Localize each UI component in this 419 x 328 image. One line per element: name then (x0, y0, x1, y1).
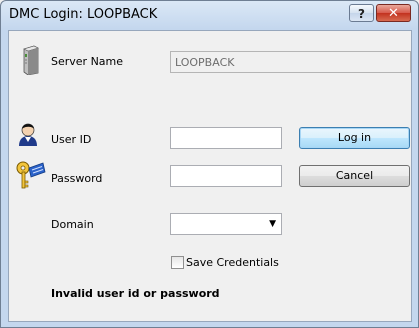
dialog-body: Server Name LOOPBACK User ID Log in Pass… (8, 30, 412, 322)
password-input[interactable] (170, 165, 282, 187)
save-credentials-label[interactable]: Save Credentials (186, 256, 279, 269)
close-button[interactable]: ✕ (376, 4, 411, 22)
user-id-input[interactable] (170, 127, 282, 149)
error-message: Invalid user id or password (51, 287, 220, 300)
server-icon (23, 45, 39, 75)
server-name-label: Server Name (51, 55, 124, 68)
server-name-field: LOOPBACK (170, 51, 411, 73)
save-credentials-checkbox[interactable] (171, 256, 184, 269)
window-title: DMC Login: LOOPBACK (9, 7, 158, 22)
user-icon (19, 123, 37, 146)
help-button[interactable]: ? (349, 4, 374, 22)
cancel-button[interactable]: Cancel (299, 165, 410, 187)
domain-select[interactable]: ▼ (170, 213, 282, 235)
chevron-down-icon[interactable]: ▼ (269, 219, 276, 229)
domain-label: Domain (51, 218, 94, 231)
login-dialog: DMC Login: LOOPBACK ? ✕ Server Name LOOP… (0, 0, 419, 328)
login-button[interactable]: Log in (299, 127, 410, 149)
title-bar[interactable]: DMC Login: LOOPBACK ? ✕ (1, 1, 418, 30)
key-icon (16, 161, 46, 189)
password-label: Password (51, 172, 103, 185)
user-id-label: User ID (51, 133, 92, 146)
